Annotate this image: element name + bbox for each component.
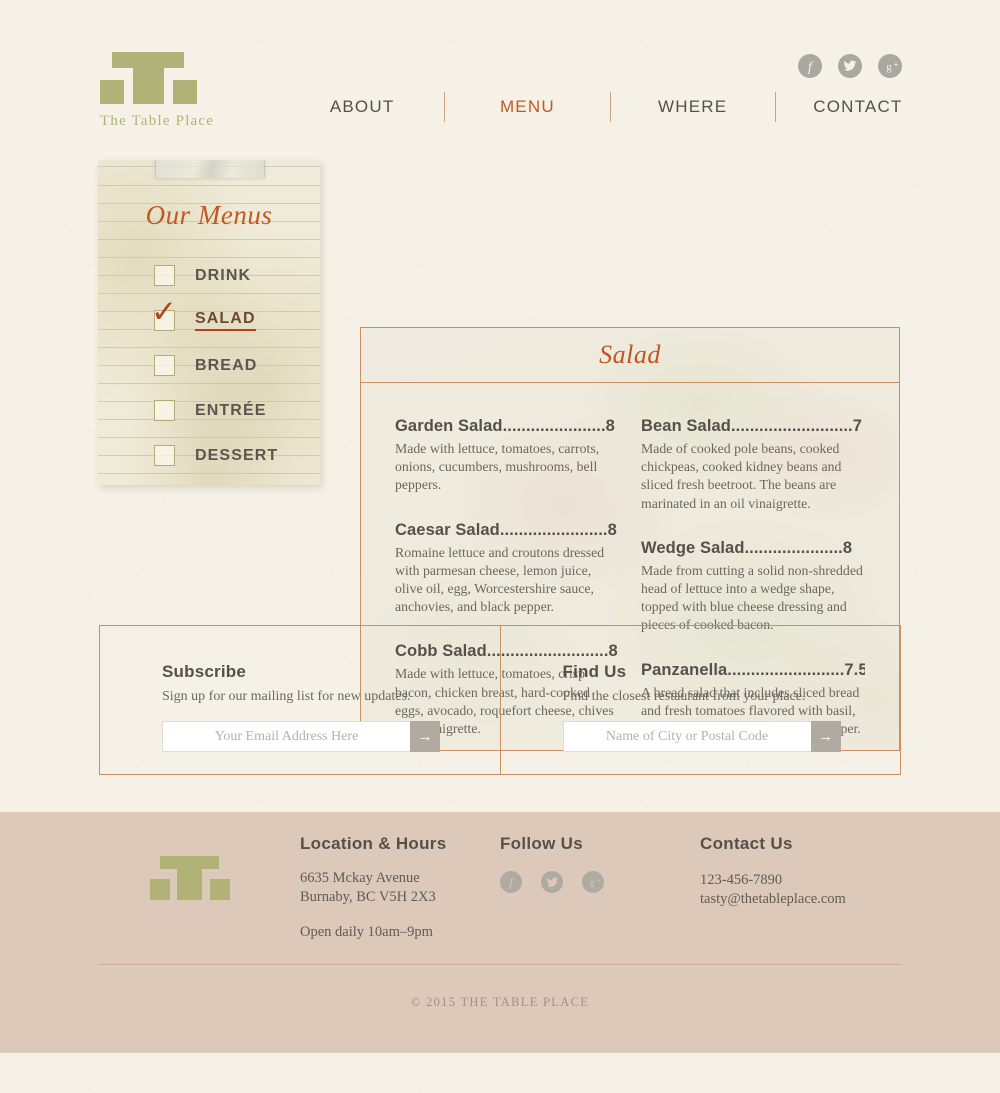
menu-category-notepad: Our Menus DRINK ✓ SALAD BREAD ENTRÉE DES… [98, 160, 320, 485]
footer-location-heading: Location & Hours [300, 834, 447, 853]
header-social-links: f g + [798, 54, 902, 78]
email-input[interactable] [162, 721, 410, 752]
site-logo[interactable]: The Table Place [100, 52, 215, 130]
footer-columns: Location & Hours 6635 Mckay Avenue Burna… [0, 812, 1000, 964]
svg-text:f: f [808, 60, 814, 75]
footer-hours: Open daily 10am–9pm [300, 924, 433, 941]
facebook-icon[interactable]: f [798, 54, 822, 78]
find-us-section: Find Us Find the closest restaurant from… [499, 626, 901, 774]
menu-item-description: Made of cooked pole beans, cooked chickp… [641, 441, 842, 511]
checkbox-bread[interactable] [154, 355, 175, 376]
sidebar-item-label: DESSERT [195, 446, 279, 464]
subscribe-form: → [162, 721, 440, 752]
footer-follow-heading: Follow Us [500, 834, 583, 853]
signup-strip-wrapper: Subscribe Sign up for our mailing list f… [0, 622, 1000, 812]
sidebar-item-label: SALAD [195, 310, 256, 331]
tape-strip-icon [155, 160, 265, 178]
footer-social-links: f g + [500, 871, 680, 893]
svg-text:g: g [590, 878, 595, 888]
nav-item-menu[interactable]: MENU [445, 97, 609, 117]
checkmark-icon: ✓ [151, 294, 177, 329]
menu-item-heading: Caesar Salad.......................8 [395, 520, 617, 539]
footer-logo-right-leg-shape [210, 879, 230, 900]
logo-wordmark: The Table Place [100, 113, 215, 129]
site-footer: Location & Hours 6635 Mckay Avenue Burna… [0, 812, 1000, 1053]
sidebar-item-label: BREAD [195, 356, 258, 374]
footer-logo-icon[interactable] [150, 856, 230, 900]
svg-text:+: + [894, 60, 899, 69]
menu-item-heading: Garden Salad......................8 [395, 417, 615, 435]
svg-text:f: f [509, 877, 514, 890]
find-us-form: → [562, 721, 841, 752]
subscribe-submit-button[interactable]: → [410, 721, 440, 752]
sidebar-item-dessert[interactable]: DESSERT [98, 433, 320, 478]
checkbox-dessert[interactable] [154, 445, 175, 466]
menu-item[interactable]: Caesar Salad.......................8 Rom… [395, 521, 619, 617]
menu-item-description: Romaine lettuce and croutons dressed wit… [395, 544, 605, 615]
location-input[interactable] [562, 721, 811, 752]
menu-item[interactable]: Garden Salad......................8 Made… [395, 417, 619, 495]
subscribe-subtext: Sign up for our mailing list for new upd… [162, 689, 411, 704]
sidebar-item-bread[interactable]: BREAD [98, 343, 320, 388]
footer-address-line-2: Burnaby, BC V5H 2X3 [300, 888, 436, 905]
menu-item[interactable]: Wedge Salad.....................8 Made f… [641, 539, 865, 635]
sidebar-item-label: ENTRÉE [195, 401, 267, 419]
menu-item-heading: Bean Salad..........................7 [641, 417, 863, 435]
table-logo-icon [100, 52, 198, 104]
find-us-heading: Find Us [562, 662, 627, 681]
facebook-icon[interactable]: f [500, 871, 522, 893]
svg-text:+: + [597, 878, 601, 885]
footer-contact-heading: Contact Us [700, 834, 793, 853]
find-us-subtext: Find the closest restaurant from your pl… [562, 689, 806, 704]
subscribe-section: Subscribe Sign up for our mailing list f… [100, 626, 500, 774]
main-content: Our Menus DRINK ✓ SALAD BREAD ENTRÉE DES… [0, 152, 1000, 751]
page-root: The Table Place f g + ABOUT MENU WHERE CO… [0, 0, 1000, 1053]
sidebar-title: Our Menus [145, 200, 273, 230]
checkbox-drink[interactable] [154, 265, 175, 286]
sidebar-item-label: DRINK [195, 266, 252, 284]
menu-panel-header: Salad [361, 328, 899, 383]
nav-item-about[interactable]: ABOUT [280, 97, 444, 117]
site-header: The Table Place f g + ABOUT MENU WHERE CO… [0, 0, 1000, 152]
footer-logo-tabletop-shape [160, 856, 219, 869]
svg-text:g: g [886, 61, 892, 73]
menu-item-description: Made with lettuce, tomatoes, carrots, on… [395, 441, 600, 493]
sidebar-item-drink[interactable]: DRINK [98, 253, 320, 298]
twitter-icon[interactable] [838, 54, 862, 78]
google-plus-icon[interactable]: g + [582, 871, 604, 893]
sidebar-item-entree[interactable]: ENTRÉE [98, 388, 320, 433]
menu-item[interactable]: Bean Salad..........................7 Ma… [641, 417, 865, 513]
find-us-submit-button[interactable]: → [810, 721, 841, 752]
sidebar-item-salad[interactable]: ✓ SALAD [98, 296, 320, 343]
checkbox-salad[interactable]: ✓ [151, 296, 177, 331]
logo-tabletop-shape [112, 52, 184, 68]
footer-location-column: Location & Hours 6635 Mckay Avenue Burna… [300, 834, 490, 942]
footer-logo-stem-shape [177, 869, 202, 900]
menu-panel-title: Salad [599, 340, 661, 369]
footer-address-line-1: 6635 Mckay Avenue [300, 870, 420, 886]
main-navigation: ABOUT MENU WHERE CONTACT [280, 92, 940, 122]
nav-item-where[interactable]: WHERE [611, 97, 775, 117]
footer-email[interactable]: tasty@thetableplace.com [700, 890, 920, 909]
copyright-text: © 2015 THE TABLE PLACE [410, 995, 590, 1009]
logo-left-leg-shape [100, 80, 124, 104]
subscribe-heading: Subscribe [162, 662, 246, 681]
checkbox-entree[interactable] [154, 400, 175, 421]
footer-contact-column: Contact Us 123-456-7890 tasty@thetablepl… [700, 834, 920, 908]
logo-right-leg-shape [173, 80, 197, 104]
google-plus-icon[interactable]: g + [878, 54, 902, 78]
twitter-icon[interactable] [541, 871, 563, 893]
footer-phone[interactable]: 123-456-7890 [700, 871, 920, 890]
nav-item-contact[interactable]: CONTACT [776, 97, 940, 117]
footer-logo-left-leg-shape [150, 879, 170, 900]
logo-stem-shape [133, 68, 164, 104]
menu-item-heading: Wedge Salad.....................8 [641, 538, 853, 557]
footer-follow-column: Follow Us f g + [500, 834, 680, 893]
signup-strip: Subscribe Sign up for our mailing list f… [99, 625, 901, 775]
